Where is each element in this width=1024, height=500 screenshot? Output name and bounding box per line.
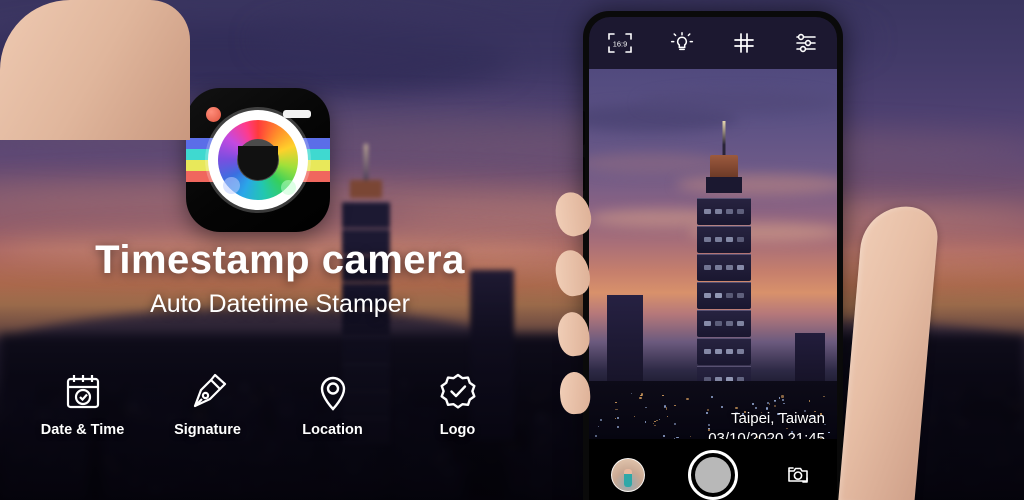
camera-controls — [589, 439, 837, 500]
feature-item-date-time: Date & Time — [20, 366, 145, 438]
feature-list: Date & Time Signature Location Logo — [20, 366, 520, 438]
phone-screen: 16:9 Taipei, Taiwan — [589, 17, 837, 500]
pen-nib-icon — [145, 366, 270, 418]
camera-flash-icon — [283, 110, 311, 118]
feature-label: Logo — [439, 422, 476, 438]
location-pin-icon — [270, 366, 395, 418]
feature-label: Location — [302, 422, 363, 438]
page-subtitle: Auto Datetime Stamper — [150, 290, 410, 318]
app-icon — [186, 88, 330, 232]
feature-item-signature: Signature — [145, 366, 270, 438]
promo-banner: Timestamp camera Auto Datetime Stamper D… — [0, 0, 1024, 500]
aspect-ratio-16-9-icon[interactable]: 16:9 — [603, 28, 637, 58]
svg-text:16:9: 16:9 — [613, 40, 627, 49]
sliders-icon[interactable] — [789, 28, 823, 58]
page-title: Timestamp camera — [95, 238, 465, 282]
phone-mockup: 16:9 Taipei, Taiwan — [583, 11, 843, 500]
feature-item-logo: Logo — [395, 366, 520, 438]
camera-toolbar: 16:9 — [589, 17, 837, 69]
camera-viewfinder[interactable]: Taipei, Taiwan 03/10/2020 21:45 — [589, 69, 837, 500]
calendar-clock-icon — [20, 366, 145, 418]
grid-hash-icon[interactable] — [727, 28, 761, 58]
switch-camera-icon[interactable] — [781, 460, 815, 490]
volume-up-button[interactable] — [583, 111, 585, 145]
feature-label: Signature — [174, 422, 241, 438]
camera-led-icon — [206, 107, 221, 122]
feature-label: Date & Time — [40, 422, 125, 438]
stamp-location: Taipei, Taiwan — [731, 410, 825, 428]
light-bulb-icon[interactable] — [665, 28, 699, 58]
badge-check-icon — [395, 366, 520, 418]
shutter-button[interactable] — [687, 450, 738, 500]
feature-item-location: Location — [270, 366, 395, 438]
taipei-101-tower — [697, 121, 751, 393]
volume-down-button[interactable] — [583, 157, 585, 191]
promo-content: Timestamp camera Auto Datetime Stamper D… — [0, 0, 560, 500]
gallery-thumbnail[interactable] — [610, 458, 645, 492]
viewfinder-tower-left — [607, 295, 643, 391]
